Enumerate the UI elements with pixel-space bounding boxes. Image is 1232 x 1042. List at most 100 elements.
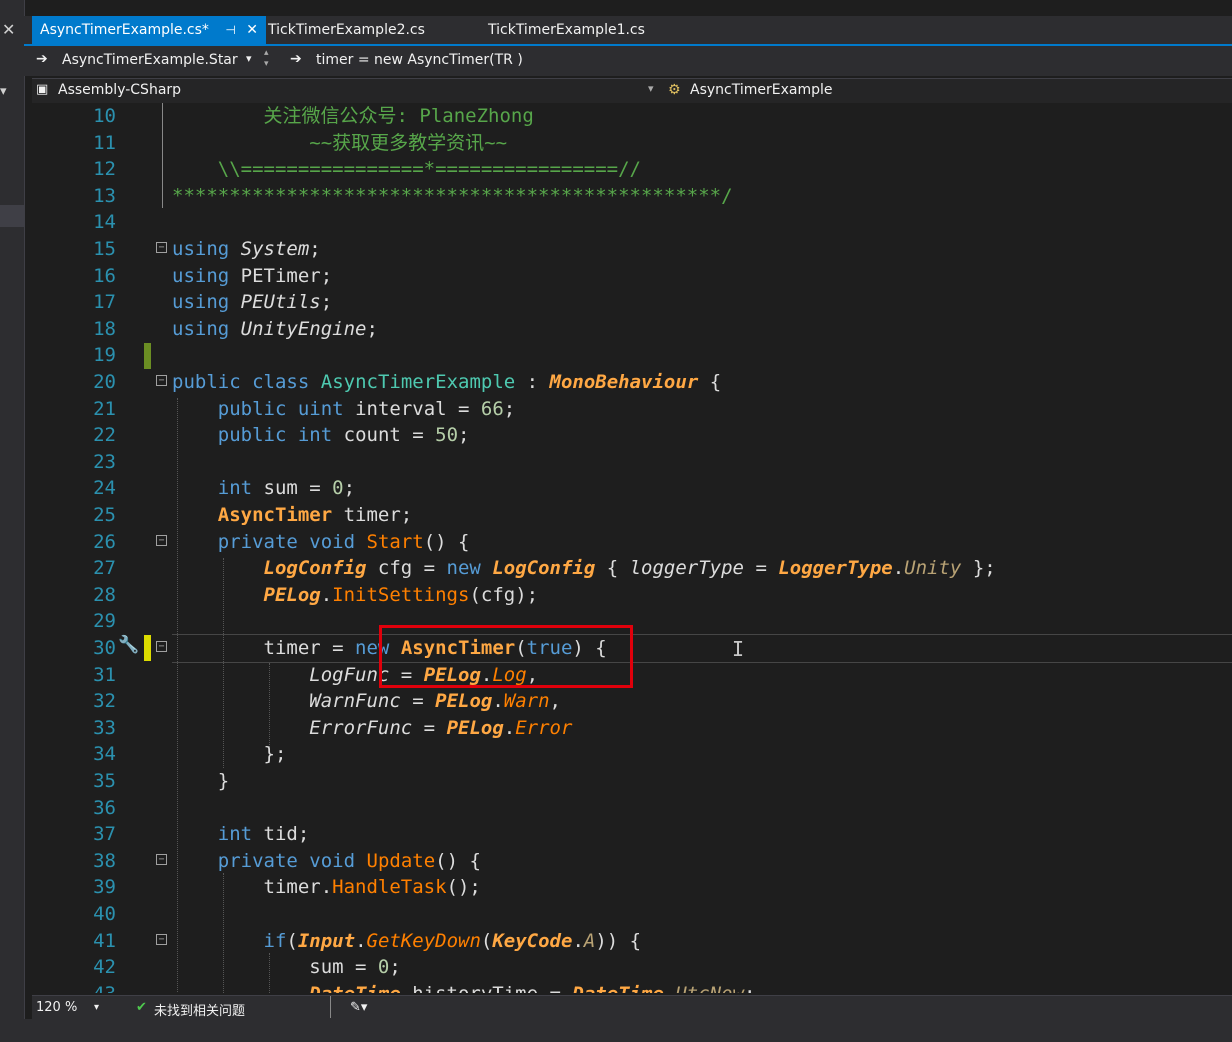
- line-text: ~~获取更多教学资讯~~: [172, 131, 508, 154]
- line-number: 37: [93, 823, 116, 846]
- close-tab-icon[interactable]: ✕: [246, 22, 258, 38]
- collapse-icon[interactable]: −: [156, 375, 167, 386]
- line-text: timer.HandleTask();: [172, 876, 481, 899]
- class-dropdown[interactable]: AsyncTimerExample: [690, 82, 832, 98]
- dropdown-icon[interactable]: ▾: [0, 84, 7, 99]
- line-number: 13: [93, 184, 116, 207]
- close-icon[interactable]: ✕: [2, 20, 15, 39]
- code-line: 28 PELog.InitSettings(cfg);: [32, 582, 1232, 609]
- code-line: 12 \\================*================//: [32, 156, 1232, 183]
- collapse-icon[interactable]: −: [156, 534, 167, 546]
- collapse-icon[interactable]: −: [156, 853, 167, 865]
- check-circle-icon: ✔: [136, 1000, 147, 1015]
- line-text: PELog.InitSettings(cfg);: [263, 583, 539, 606]
- line-number: 11: [93, 131, 116, 154]
- line-text: public uint interval = 66;: [217, 397, 516, 420]
- line-number: 24: [93, 477, 116, 500]
- code-line: 34 };: [32, 741, 1232, 768]
- project-bar: ▣ Assembly-CSharp ▾ ⚙ AsyncTimerExample: [32, 78, 1232, 104]
- code-line: 20 − public class AsyncTimerExample : Mo…: [32, 369, 1232, 396]
- collapse-icon[interactable]: −: [156, 641, 167, 652]
- chevron-down-icon[interactable]: ▾: [246, 52, 252, 65]
- bottom-panel: [0, 1019, 1232, 1042]
- line-number: 42: [93, 956, 116, 979]
- arrow-right-icon: ➔: [36, 51, 48, 67]
- code-line: 33 ErrorFunc = PELog.Error: [32, 715, 1232, 742]
- line-number: 36: [93, 796, 116, 819]
- code-line: 11 ~~获取更多教学资讯~~: [32, 130, 1232, 157]
- chevron-down-icon[interactable]: ▾: [94, 1002, 99, 1013]
- member-dropdown[interactable]: AsyncTimerExample.Star: [62, 52, 238, 68]
- code-line: 24 int sum = 0;: [32, 475, 1232, 502]
- line-number: 10: [93, 105, 116, 127]
- line-number: 26: [93, 530, 116, 553]
- line-text: public int count = 50;: [217, 424, 470, 447]
- tab-label: TickTimerExample2.cs: [268, 22, 425, 38]
- line-text: int sum = 0;: [217, 477, 356, 500]
- divider: [330, 996, 331, 1018]
- brush-icon[interactable]: ✎▾: [350, 1000, 367, 1015]
- issues-status[interactable]: 未找到相关问题: [154, 1000, 245, 1019]
- line-text: private void Update() {: [217, 849, 481, 872]
- zoom-level[interactable]: 120 %: [36, 1000, 77, 1015]
- code-line: 10 关注微信公众号: PlaneZhong: [32, 103, 1232, 130]
- editor-status-bar: 120 % ▾ ✔ 未找到相关问题 ✎▾: [32, 995, 1232, 1020]
- line-number: 16: [93, 264, 116, 287]
- code-line: 39 timer.HandleTask();: [32, 874, 1232, 901]
- line-text: LogConfig cfg = new LogConfig { loggerTy…: [263, 557, 996, 580]
- project-dropdown[interactable]: Assembly-CSharp: [58, 82, 181, 98]
- tab-asynctimerexample[interactable]: AsyncTimerExample.cs* ⊣ ✕: [32, 16, 266, 44]
- line-number: 19: [93, 344, 116, 367]
- line-number: 35: [93, 770, 116, 792]
- line-number: 43: [32, 981, 116, 993]
- tab-ticktimerexample2[interactable]: TickTimerExample2.cs: [260, 16, 433, 44]
- pin-icon[interactable]: ⊣: [225, 23, 235, 37]
- code-line: 26 − private void Start() {: [32, 529, 1232, 556]
- highlight-box: [379, 625, 633, 688]
- line-text: sum = 0;: [172, 956, 401, 979]
- line-number: 18: [93, 317, 116, 340]
- line-number: 39: [93, 876, 116, 899]
- code-line: 13 *************************************…: [32, 183, 1232, 210]
- code-editor[interactable]: 🔧 10 关注微信公众号: PlaneZhong 11 ~~获取更多教学资讯~~…: [32, 103, 1232, 993]
- code-line: 22 public int count = 50;: [32, 422, 1232, 449]
- line-number: 38: [93, 849, 116, 872]
- code-line: 18 using UnityEngine;: [32, 316, 1232, 343]
- line-number: 22: [93, 424, 116, 447]
- collapse-icon[interactable]: −: [156, 242, 167, 253]
- line-text: ErrorFunc = PELog.Error: [309, 716, 573, 739]
- splitter-icon[interactable]: ▴ ▾: [264, 48, 269, 70]
- line-number: 34: [93, 743, 116, 766]
- line-text: 关注微信公众号: PlaneZhong: [172, 105, 534, 127]
- line-text: DateTime historyTime = DateTime.UtcNow;: [172, 981, 755, 993]
- code-line: 38 − private void Update() {: [32, 848, 1232, 875]
- line-text: WarnFunc = PELog.Warn,: [309, 690, 561, 713]
- line-text: using UnityEngine;: [172, 317, 378, 340]
- navigation-bar: ➔ AsyncTimerExample.Star ▾ ▴ ▾ ➔ timer = …: [24, 46, 1232, 76]
- project-icon: ▣: [36, 82, 49, 97]
- code-line: 41 − if(Input.GetKeyDown(KeyCode.A)) {: [32, 928, 1232, 955]
- code-line: 43 DateTime historyTime = DateTime.UtcNo…: [32, 981, 1232, 993]
- left-tool-strip: ✕ ▾: [0, 0, 25, 1042]
- code-line: 15 − using System;: [32, 236, 1232, 263]
- code-line: 35 }: [32, 768, 1232, 795]
- line-number: 14: [93, 211, 116, 234]
- code-line: 14: [32, 209, 1232, 236]
- tab-ticktimerexample1[interactable]: TickTimerExample1.cs: [480, 16, 653, 44]
- line-number: 23: [93, 450, 116, 473]
- arrow-right-icon: ➔: [290, 51, 302, 67]
- statement-dropdown[interactable]: timer = new AsyncTimer(TR ): [316, 52, 523, 68]
- code-line: 42 sum = 0;: [32, 954, 1232, 981]
- line-text: \\================*================//: [172, 158, 641, 181]
- chevron-down-icon[interactable]: ▾: [648, 82, 654, 95]
- line-text: ****************************************…: [172, 184, 733, 207]
- code-line: 19: [32, 342, 1232, 369]
- line-number: 15: [93, 238, 116, 260]
- code-line: 23: [32, 449, 1232, 476]
- code-line: 16 using PETimer;: [32, 263, 1232, 290]
- line-text: }: [172, 770, 230, 792]
- line-text: AsyncTimer timer;: [217, 504, 413, 526]
- code-line: 21 public uint interval = 66;: [32, 396, 1232, 423]
- collapse-icon[interactable]: −: [156, 933, 167, 945]
- code-line: 25 AsyncTimer timer;: [32, 502, 1232, 529]
